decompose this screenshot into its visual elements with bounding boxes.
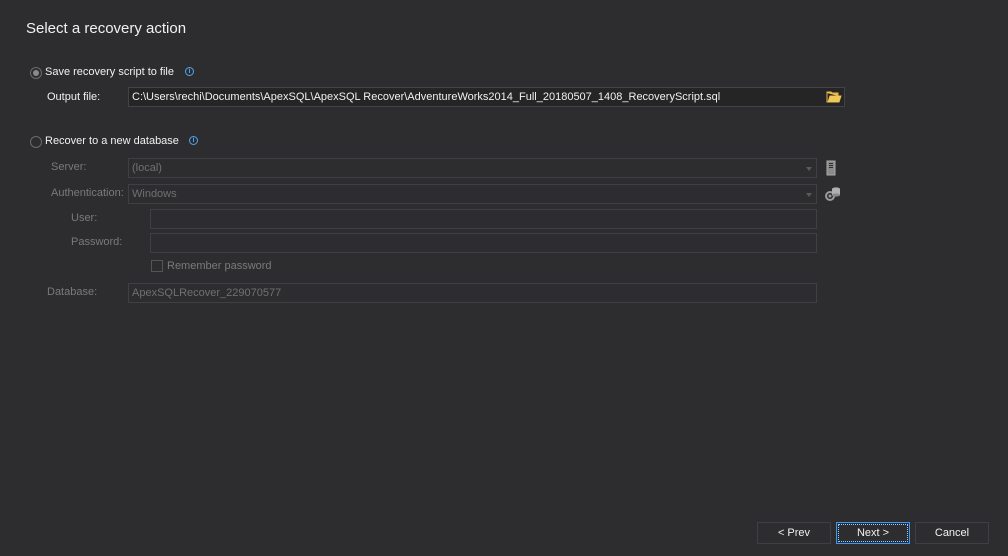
save-script-radio[interactable] (30, 67, 42, 79)
recover-db-radio[interactable] (30, 136, 42, 148)
database-input[interactable]: ApexSQLRecover_229070577 (128, 283, 817, 303)
remember-password-label: Remember password (167, 260, 272, 272)
authentication-dropdown[interactable]: Windows (128, 184, 817, 204)
chevron-down-icon (806, 193, 812, 197)
output-file-label: Output file: (47, 91, 101, 103)
server-label: Server: (51, 161, 87, 173)
database-label: Database: (47, 286, 98, 298)
chevron-down-icon (806, 167, 812, 171)
next-button[interactable]: Next > (836, 522, 910, 544)
prev-button[interactable]: < Prev (757, 522, 831, 544)
folder-icon[interactable] (826, 90, 842, 104)
cancel-button[interactable]: Cancel (915, 522, 989, 544)
gear-database-icon[interactable] (823, 185, 841, 203)
recover-db-label[interactable]: Recover to a new database (45, 135, 179, 147)
password-input[interactable] (150, 233, 817, 253)
authentication-value: Windows (132, 188, 177, 200)
save-script-label[interactable]: Save recovery script to file (45, 66, 174, 78)
authentication-label: Authentication: (51, 187, 124, 199)
server-icon[interactable] (826, 160, 836, 176)
info-icon[interactable]: i (189, 136, 198, 145)
user-label: User: (71, 212, 98, 224)
info-icon[interactable]: i (185, 67, 194, 76)
output-file-input[interactable]: C:\Users\rechi\Documents\ApexSQL\ApexSQL… (128, 87, 845, 107)
user-input[interactable] (150, 209, 817, 229)
remember-password-checkbox[interactable] (151, 260, 163, 272)
page-title: Select a recovery action (26, 20, 187, 37)
server-value: (local) (132, 162, 162, 174)
password-label: Password: (71, 236, 123, 248)
server-dropdown[interactable]: (local) (128, 158, 817, 178)
